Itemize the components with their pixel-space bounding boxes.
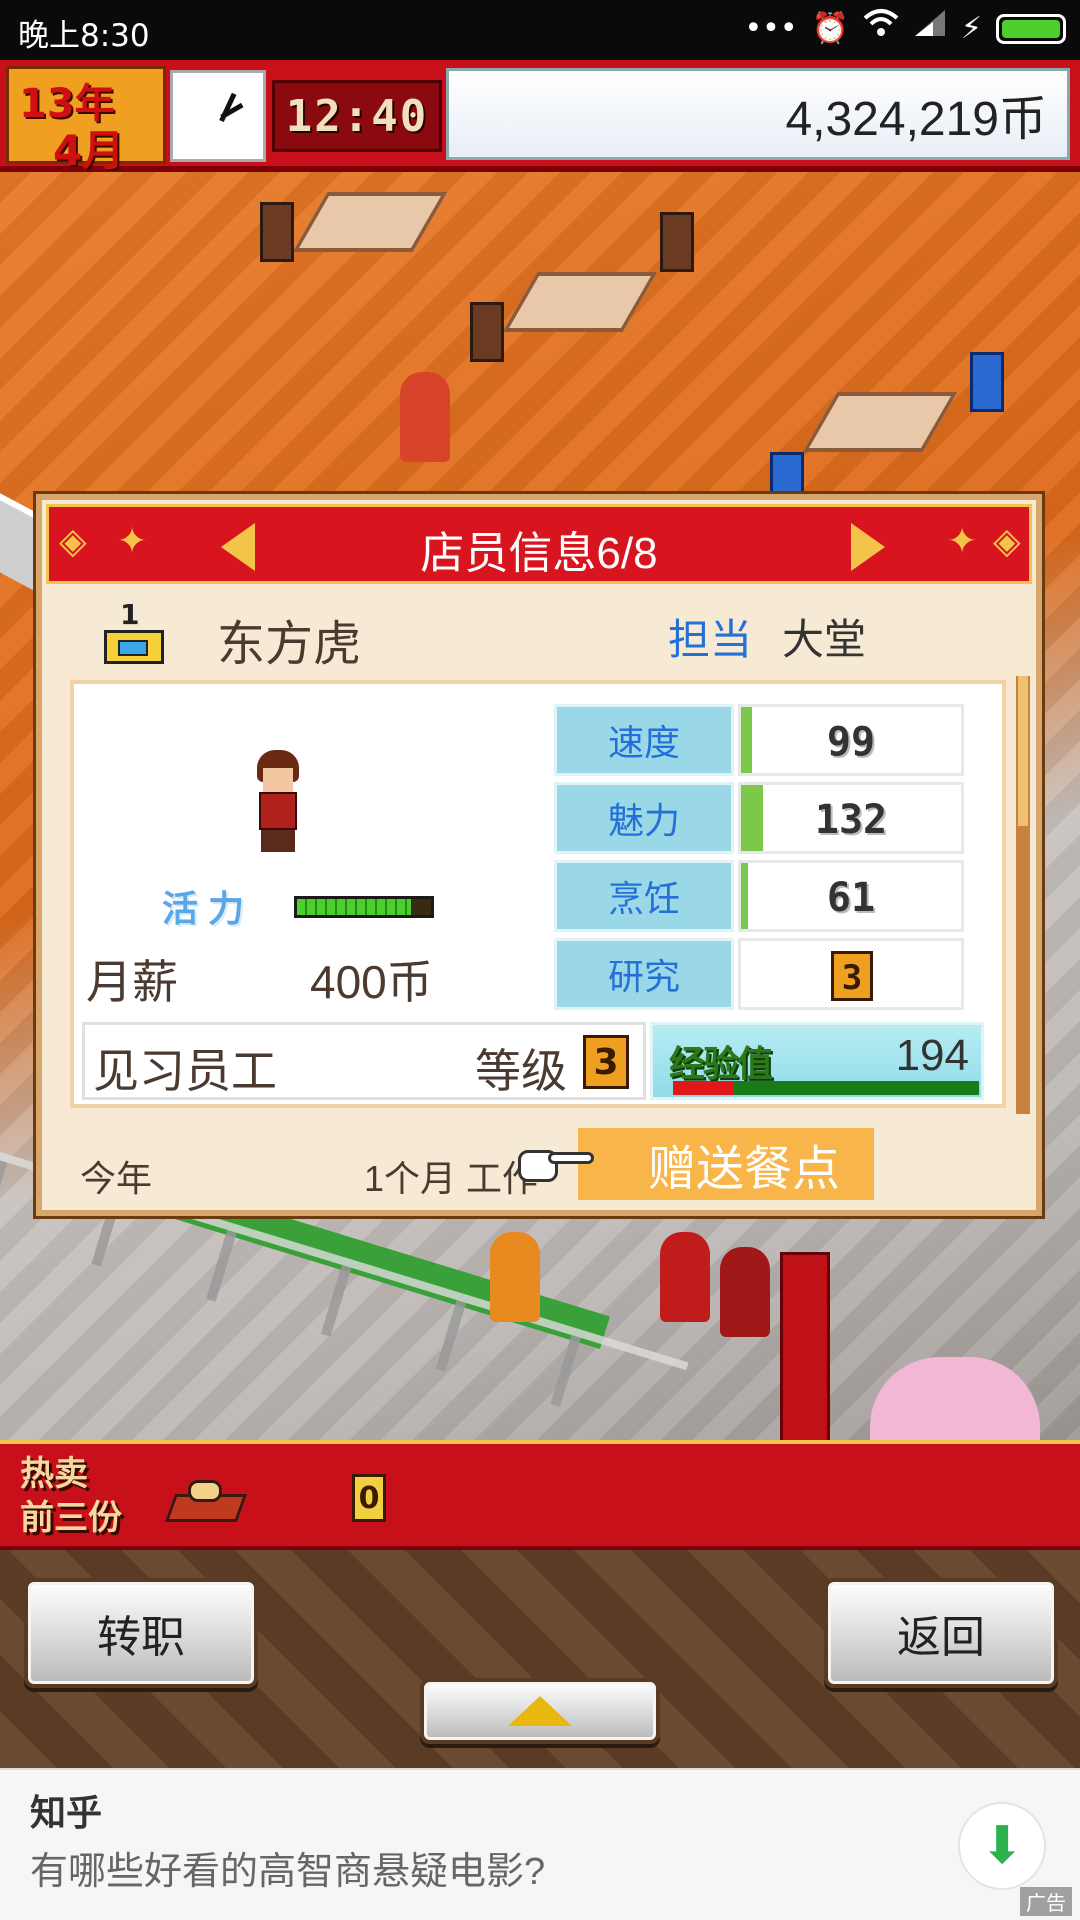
download-icon[interactable]: ⬇: [958, 1802, 1046, 1890]
level-badge: 3: [583, 1035, 629, 1089]
staff-info-dialog: ◈ ✦ 店员信息6/8 ✦ ◈ 1 东方虎 担当 大堂 活力 月薪 400币 速…: [36, 494, 1042, 1216]
stat-label: 魅力: [554, 782, 734, 854]
scene-table: [292, 192, 448, 252]
status-time: 晚上8:30: [18, 18, 150, 54]
dialog-scrollbar-thumb[interactable]: [1018, 676, 1028, 826]
staff-avatar: [249, 750, 305, 854]
stat-value-box: 3: [738, 938, 964, 1010]
ad-text[interactable]: 有哪些好看的高智商悬疑电影?: [30, 1840, 545, 1895]
charging-icon: ⚡: [960, 10, 982, 46]
ornament-icon: ◈: [993, 521, 1021, 562]
back-button[interactable]: 返回: [824, 1578, 1058, 1688]
scene-table: [502, 272, 658, 332]
bestseller-label-line1: 热卖: [20, 1454, 88, 1494]
game-date: 13年 4月: [6, 66, 166, 175]
stat-row-research: 研究 3: [554, 938, 964, 1010]
tenure-year-label: 今年: [80, 1158, 153, 1199]
stat-label: 研究: [554, 938, 734, 1010]
up-arrow-icon: [508, 1696, 572, 1726]
salary-value: 400币: [310, 956, 433, 1008]
gift-meal-button[interactable]: 赠送餐点: [578, 1128, 874, 1200]
rank-icon-number: 1: [120, 598, 140, 631]
scene-chair: [660, 212, 694, 272]
stat-value: 61: [826, 875, 876, 921]
stat-label: 烹饪: [554, 860, 734, 932]
dish-icon[interactable]: [164, 1476, 248, 1526]
experience-box: 经验值 194: [650, 1022, 984, 1100]
stat-value-box: 99: [738, 704, 964, 776]
ad-tag: 广告: [1020, 1887, 1072, 1916]
clock-icon: [170, 70, 266, 162]
next-staff-arrow-icon[interactable]: [851, 523, 885, 571]
experience-label: 经验值: [669, 1044, 773, 1085]
bestseller-bar: 热卖 前三份 0: [0, 1440, 1080, 1550]
status-bar: 晚上8:30 ••• ⏰ ⚡: [0, 0, 1080, 60]
scene-chair: [470, 302, 504, 362]
stat-value-box: 132: [738, 782, 964, 854]
assignment-value: 大堂: [782, 616, 867, 663]
more-dots-icon: •••: [744, 10, 798, 46]
staff-detail-panel: 活力 月薪 400币 速度 99 魅力 132 烹饪 61 研究 3 见习员工: [70, 680, 1006, 1108]
status-icons: ••• ⏰ ⚡: [744, 8, 1066, 49]
scene-character[interactable]: [660, 1232, 710, 1322]
stat-row-charm: 魅力 132: [554, 782, 964, 854]
bestseller-label: 热卖 前三份: [20, 1452, 122, 1540]
scene-blue-chair: [970, 352, 1004, 412]
staff-name: 东方虎: [217, 618, 362, 671]
stat-value: 99: [826, 719, 876, 765]
vitality-label: 活力: [162, 889, 255, 930]
game-hud: 13年 4月 12:40 4,324,219币: [0, 60, 1080, 175]
rank-one-icon: 1: [102, 598, 166, 668]
stat-row-cooking: 烹饪 61: [554, 860, 964, 932]
scene-table: [802, 392, 958, 452]
rank-box: 见习员工 等级 3: [82, 1022, 646, 1100]
money-display: 4,324,219币: [446, 68, 1070, 160]
scene-character[interactable]: [490, 1232, 540, 1322]
stat-value: 3: [831, 951, 873, 1001]
experience-value: 194: [895, 1031, 969, 1080]
ad-banner[interactable]: 知乎 有哪些好看的高智商悬疑电影? ⬇ 广告: [0, 1768, 1080, 1920]
stat-value: 132: [814, 797, 888, 843]
dialog-header: ◈ ✦ 店员信息6/8 ✦ ◈: [46, 504, 1032, 584]
scene-chair: [260, 202, 294, 262]
pointing-hand-icon: [518, 1146, 594, 1186]
level-label: 等级: [475, 1045, 567, 1097]
tenure-work-label: 1个月 工作: [364, 1158, 539, 1199]
stat-row-speed: 速度 99: [554, 704, 964, 776]
rank-name: 见习员工: [93, 1045, 277, 1097]
wifi-icon: [863, 8, 899, 49]
bottom-controls: 转职 返回: [0, 1550, 1080, 1768]
ornament-icon: ✦: [947, 521, 978, 562]
game-month: 4月: [53, 126, 125, 175]
game-time: 12:40: [272, 80, 442, 152]
vitality-bar: [294, 896, 434, 918]
alarm-icon: ⏰: [811, 10, 849, 46]
salary-label: 月薪: [86, 956, 178, 1008]
assignment-label: 担当: [668, 616, 753, 663]
expand-menu-button[interactable]: [420, 1678, 660, 1744]
ad-brand: 知乎: [30, 1792, 103, 1833]
stat-value-box: 61: [738, 860, 964, 932]
bestseller-label-line2: 前三份: [20, 1498, 122, 1538]
signal-icon: [913, 8, 947, 49]
bestseller-count: 0: [352, 1474, 386, 1522]
scene-character[interactable]: [400, 372, 450, 462]
stat-label: 速度: [554, 704, 734, 776]
experience-bar: [673, 1081, 979, 1095]
transfer-job-button[interactable]: 转职: [24, 1578, 258, 1688]
battery-icon: [996, 13, 1066, 44]
scene-character[interactable]: [720, 1247, 770, 1337]
